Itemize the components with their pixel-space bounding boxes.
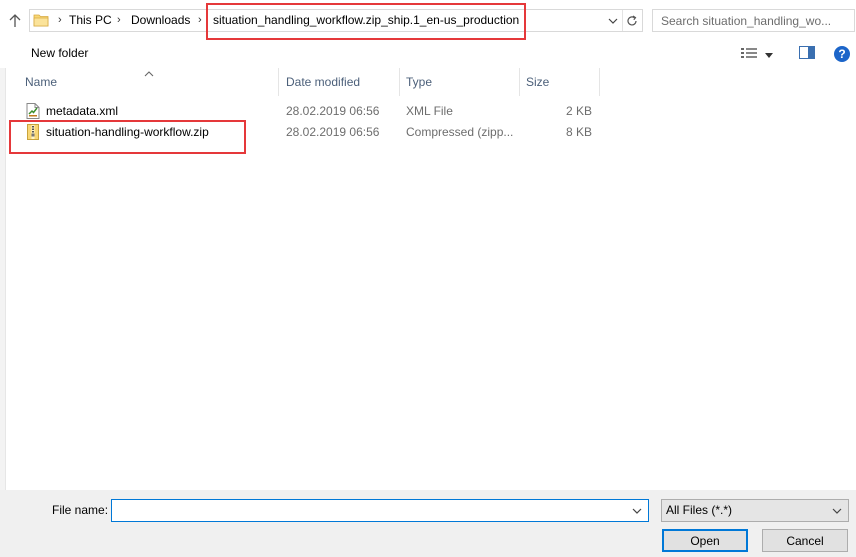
file-date-modified: 28.02.2019 06:56: [286, 125, 380, 139]
file-name-label: File name:: [52, 503, 109, 517]
breadcrumb-separator-icon: ›: [117, 14, 121, 26]
new-folder-button[interactable]: New folder: [31, 46, 88, 60]
breadcrumb-separator-icon: ›: [198, 14, 202, 26]
file-size: 2 KB: [565, 104, 592, 118]
file-name-input[interactable]: [112, 500, 612, 521]
column-header-date-modified[interactable]: Date modified: [280, 68, 360, 96]
column-divider[interactable]: [278, 68, 279, 96]
refresh-icon[interactable]: [622, 10, 640, 31]
file-type-selected: All Files (*.*): [666, 503, 733, 517]
file-name-field[interactable]: [111, 499, 649, 522]
preview-pane-button[interactable]: [797, 45, 817, 63]
view-options-button[interactable]: [741, 45, 781, 63]
chevron-down-icon: [830, 500, 844, 521]
highlight-box-zip-file: [9, 120, 246, 154]
up-arrow-icon[interactable]: [6, 11, 24, 31]
help-icon[interactable]: ?: [834, 46, 850, 62]
chevron-down-icon[interactable]: [630, 500, 644, 521]
file-type-select[interactable]: All Files (*.*): [661, 499, 849, 522]
navigation-pane-edge: [0, 68, 6, 490]
file-date-modified: 28.02.2019 06:56: [286, 104, 380, 118]
column-header-name[interactable]: Name: [19, 68, 57, 96]
folder-icon: [33, 13, 49, 30]
file-list: Name Date modified Type Size metadata.xm…: [0, 68, 856, 490]
column-header-size[interactable]: Size: [520, 68, 549, 96]
sort-ascending-icon: [144, 66, 154, 80]
file-type: Compressed (zipp...: [406, 125, 514, 139]
file-type: XML File: [406, 104, 453, 118]
toolbar: New folder ?: [0, 40, 856, 68]
open-button[interactable]: Open: [662, 529, 748, 552]
column-header-type[interactable]: Type: [400, 68, 432, 96]
address-bar-row: › This PC › Downloads › situation_handli…: [0, 0, 856, 40]
preview-pane-icon: [799, 46, 815, 62]
breadcrumb-separator-icon: ›: [58, 14, 62, 26]
file-size: 8 KB: [565, 125, 592, 139]
chevron-down-icon: [765, 47, 773, 61]
file-name: metadata.xml: [46, 104, 119, 118]
chevron-down-icon[interactable]: [606, 10, 620, 31]
dialog-footer: File name: All Files (*.*) Open Cancel: [0, 490, 856, 557]
search-input[interactable]: [653, 10, 854, 31]
details-view-icon: [741, 47, 757, 62]
file-row-metadata[interactable]: metadata.xml 28.02.2019 06:56 XML File 2…: [7, 101, 707, 122]
search-box[interactable]: [652, 9, 855, 32]
cancel-button[interactable]: Cancel: [762, 529, 848, 552]
highlight-box-address: [206, 3, 526, 40]
breadcrumb-this-pc[interactable]: This PC: [69, 10, 112, 31]
column-divider[interactable]: [599, 68, 600, 96]
breadcrumb-downloads[interactable]: Downloads: [131, 10, 190, 31]
